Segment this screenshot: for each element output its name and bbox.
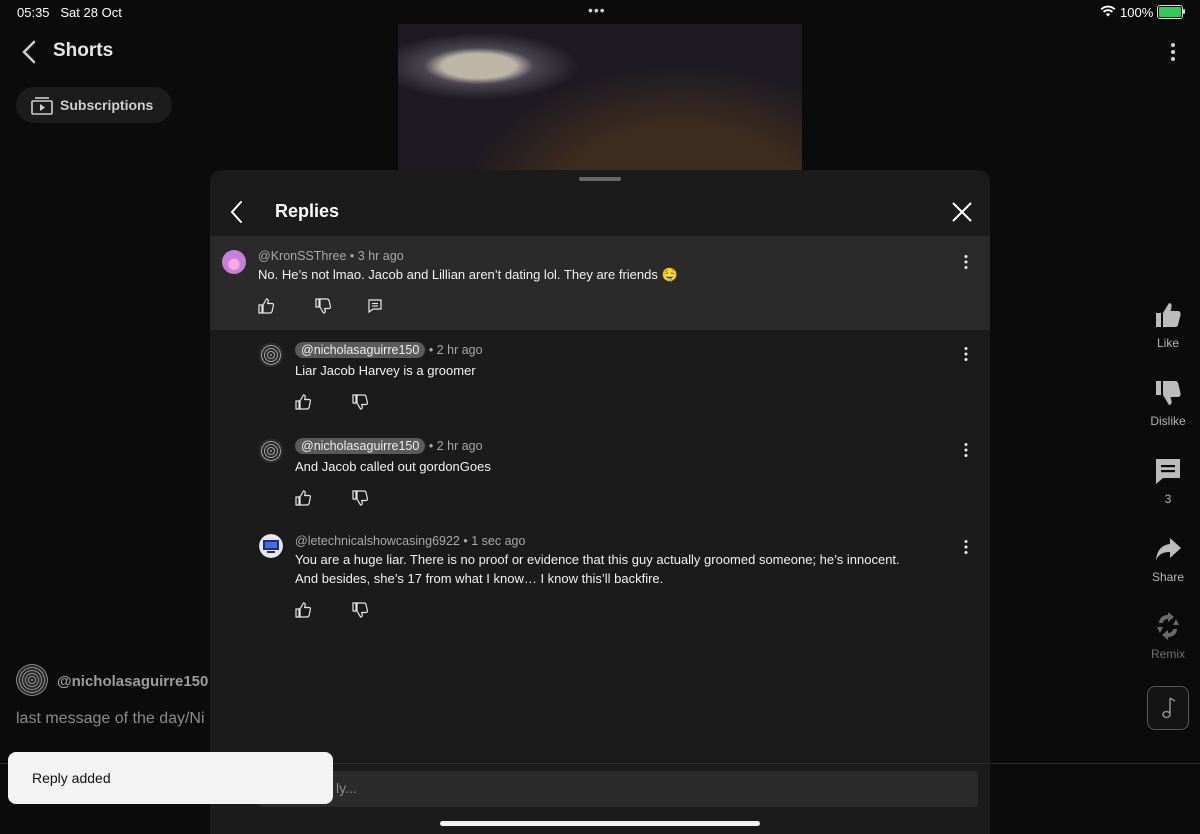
reply-text-line-1: You are a huge liar. There is no proof o… <box>295 552 900 567</box>
dislike-label: Dislike <box>1150 414 1186 428</box>
dislike-icon[interactable] <box>314 297 332 315</box>
back-icon[interactable] <box>18 38 42 66</box>
reply-time: 2 hr ago <box>436 439 483 453</box>
video-caption[interactable]: last message of the day/Ni <box>16 710 210 728</box>
comment-text: No. He’s not lmao. Jacob and Lillian are… <box>258 267 678 282</box>
toast: Reply added <box>8 752 333 804</box>
comments-count: 3 <box>1164 492 1172 506</box>
thumbs-up-icon <box>1156 303 1181 327</box>
more-vertical-icon[interactable] <box>963 346 969 362</box>
channel-name[interactable]: @nicholasaguirre150 <box>57 673 208 690</box>
thumbs-down-icon <box>1156 381 1181 405</box>
like-icon[interactable] <box>294 393 312 411</box>
dislike-icon[interactable] <box>351 393 369 411</box>
avatar[interactable] <box>259 439 283 463</box>
share-label: Share <box>1151 570 1185 584</box>
replies-sheet: Replies @KronSSThree • 3 hr ago No. He’s… <box>210 170 990 834</box>
reply-author[interactable]: @letechnicalshowcasing6922 <box>295 534 460 548</box>
reply-time: 1 sec ago <box>471 534 526 548</box>
share-icon <box>1156 538 1181 560</box>
reply-text-line-2: And besides, she’s 17 from what I know… … <box>295 571 664 586</box>
reply-time: 2 hr ago <box>436 343 483 357</box>
battery-percent: 100% <box>1120 5 1154 20</box>
parent-comment: @KronSSThree • 3 hr ago No. He’s not lma… <box>210 236 990 330</box>
like-button[interactable]: Like <box>1136 300 1200 350</box>
status-time: 05:35 Sat 28 Oct <box>17 5 122 20</box>
comment-icon <box>1156 459 1180 484</box>
wifi-icon <box>1100 5 1116 17</box>
reply-meta: @letechnicalshowcasing6922 • 1 sec ago <box>295 534 526 548</box>
toast-text: Reply added <box>32 770 111 786</box>
share-button[interactable]: Share <box>1136 534 1200 584</box>
music-note-icon <box>1162 697 1176 719</box>
close-icon[interactable] <box>950 200 974 224</box>
avatar[interactable] <box>222 250 246 274</box>
drag-handle[interactable] <box>579 177 621 181</box>
battery-icon <box>1157 5 1183 19</box>
reply-text: And Jacob called out gordonGoes <box>295 459 491 474</box>
more-vertical-icon[interactable] <box>1162 40 1184 64</box>
home-indicator[interactable] <box>440 821 760 826</box>
video-player[interactable] <box>398 24 802 174</box>
reply-input[interactable]: ly... <box>258 771 978 807</box>
reply-author[interactable]: @nicholasaguirre150 <box>295 438 426 454</box>
page-title: Shorts <box>53 40 114 61</box>
like-icon[interactable] <box>294 489 312 507</box>
comment-author[interactable]: @KronSSThree <box>258 249 346 263</box>
subscriptions-icon <box>31 97 53 115</box>
sound-button[interactable] <box>1147 686 1189 730</box>
dislike-icon[interactable] <box>351 601 369 619</box>
avatar[interactable] <box>259 343 283 367</box>
comments-button[interactable]: 3 <box>1136 456 1200 506</box>
like-icon[interactable] <box>294 601 312 619</box>
subscriptions-label: Subscriptions <box>60 97 154 113</box>
more-vertical-icon[interactable] <box>963 539 969 555</box>
reply-meta: @nicholasaguirre150 • 2 hr ago <box>295 438 483 454</box>
avatar[interactable] <box>259 534 283 558</box>
subscriptions-chip[interactable]: Subscriptions <box>16 87 172 123</box>
reply-meta: @nicholasaguirre150 • 2 hr ago <box>295 342 483 358</box>
reply-author[interactable]: @nicholasaguirre150 <box>295 342 426 358</box>
dislike-button[interactable]: Dislike <box>1136 378 1200 428</box>
back-icon[interactable] <box>227 199 247 225</box>
like-label: Like <box>1156 336 1179 350</box>
more-vertical-icon[interactable] <box>963 442 969 458</box>
comment-time: 3 hr ago <box>357 249 404 263</box>
more-vertical-icon[interactable] <box>963 254 969 270</box>
reply-text: Liar Jacob Harvey is a groomer <box>295 363 476 378</box>
channel-avatar[interactable] <box>16 664 48 696</box>
status-bar: 05:35 Sat 28 Oct ••• 100% <box>0 0 1200 24</box>
reply-input-placeholder: ly... <box>336 780 357 796</box>
remix-label: Remix <box>1150 647 1185 661</box>
replies-title: Replies <box>275 201 340 221</box>
dislike-icon[interactable] <box>351 489 369 507</box>
reply-icon[interactable] <box>366 297 384 315</box>
remix-icon <box>1157 612 1179 640</box>
remix-button[interactable]: Remix <box>1136 611 1200 661</box>
comment-meta: @KronSSThree • 3 hr ago <box>258 249 404 263</box>
like-icon[interactable] <box>257 297 275 315</box>
multitask-dots[interactable]: ••• <box>588 2 606 18</box>
